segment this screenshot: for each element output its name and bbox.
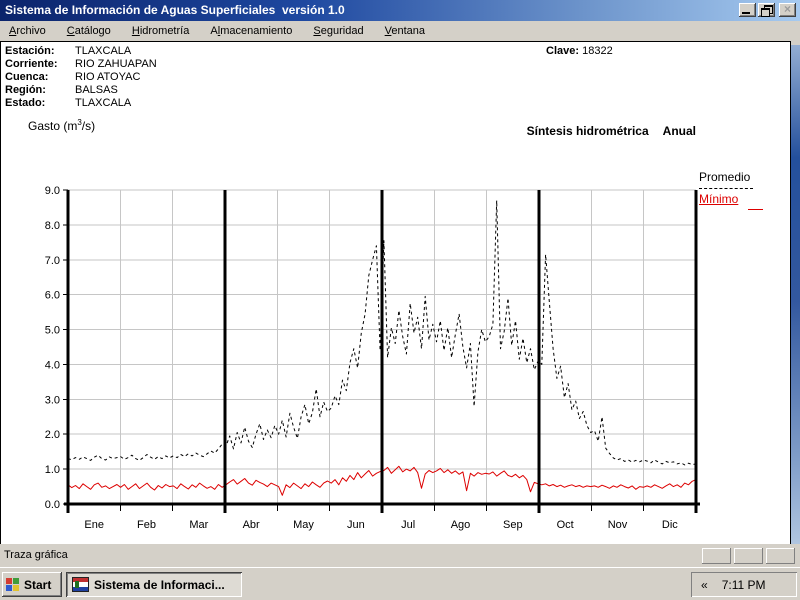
station-field: Región:BALSAS <box>5 84 118 96</box>
application-window: Sistema de Información de Aguas Superfic… <box>0 0 800 600</box>
window-title: Sistema de Información de Aguas Superfic… <box>5 3 345 17</box>
month-label: Mar <box>189 519 208 531</box>
station-field: Corriente:RIO ZAHUAPAN <box>5 58 157 70</box>
start-button[interactable]: Start <box>2 572 62 597</box>
month-label: Nov <box>608 519 628 531</box>
month-label: Sep <box>503 519 523 531</box>
y-axis-tick-label: 0.0 <box>45 499 60 511</box>
y-axis-tick-label: 1.0 <box>45 464 60 476</box>
y-axis-tick-label: 8.0 <box>45 220 60 232</box>
menu-item-catalogo[interactable]: Catálogo <box>58 21 120 41</box>
month-label: Oct <box>557 519 574 531</box>
status-bar: Traza gráfica <box>0 544 800 567</box>
station-value: BALSAS <box>75 84 118 96</box>
y-axis-tick-label: 7.0 <box>45 255 60 267</box>
taskbar-clock: 7:11 PM <box>722 578 766 592</box>
station-field: Estado:TLAXCALA <box>5 97 131 109</box>
window-edge-strip <box>791 45 800 558</box>
y-axis-tick-label: 4.0 <box>45 359 60 371</box>
month-label: May <box>293 519 314 531</box>
clave-value: 18322 <box>582 45 613 57</box>
status-panel <box>766 548 795 564</box>
month-label: Ene <box>84 519 104 531</box>
clave-field: Clave: 18322 <box>546 45 613 57</box>
menu-item-seguridad[interactable]: Seguridad <box>304 21 372 41</box>
minimize-icon <box>742 12 750 14</box>
station-value: RIO ATOYAC <box>75 71 140 83</box>
month-label: Ago <box>451 519 471 531</box>
app-icon <box>72 577 89 592</box>
station-value: RIO ZAHUAPAN <box>75 58 157 70</box>
menu-bar: Archivo Catálogo Hidrometría Almacenamie… <box>0 21 800 41</box>
menu-item-hidrometria[interactable]: Hidrometría <box>123 21 198 41</box>
hydrograph-chart: 9.0 8.0 7.0 6.0 5.0 4.0 3.0 2.0 1.0 0.0 Ene Feb Mar A… <box>1 116 790 536</box>
y-axis-tick-label: 5.0 <box>45 325 60 337</box>
menu-item-almacenamiento[interactable]: Almacenamiento <box>201 21 301 41</box>
menu-item-archivo[interactable]: Archivo <box>0 21 55 41</box>
y-axis-tick-label: 3.0 <box>45 394 60 406</box>
y-axis-tick-label: 9.0 <box>45 185 60 197</box>
tray-chevron-icon[interactable]: « <box>701 578 708 592</box>
station-field: Cuenca:RIO ATOYAC <box>5 71 140 83</box>
y-axis-tick-label: 6.0 <box>45 290 60 302</box>
document-area: Estación:TLAXCALA Corriente:RIO ZAHUAPAN… <box>0 41 791 545</box>
menu-item-ventana[interactable]: Ventana <box>376 21 434 41</box>
close-button[interactable]: × <box>779 3 796 17</box>
status-panel <box>734 548 763 564</box>
close-icon: × <box>779 2 796 17</box>
system-tray: « 7:11 PM <box>691 572 797 597</box>
windows-logo-icon <box>6 578 20 591</box>
title-bar: Sistema de Información de Aguas Superfic… <box>0 0 800 21</box>
status-text: Traza gráfica <box>4 549 68 561</box>
month-label: Feb <box>137 519 156 531</box>
station-field: Estación:TLAXCALA <box>5 45 131 57</box>
month-label: Jul <box>401 519 415 531</box>
minimize-button[interactable] <box>739 3 756 17</box>
month-label: Abr <box>243 519 260 531</box>
month-label: Jun <box>347 519 365 531</box>
y-axis-tick-label: 2.0 <box>45 429 60 441</box>
month-label: Dic <box>662 519 678 531</box>
station-value: TLAXCALA <box>75 97 131 109</box>
restore-button[interactable] <box>758 3 775 17</box>
taskbar-task-button[interactable]: Sistema de Informaci... <box>66 572 242 597</box>
station-value: TLAXCALA <box>75 45 131 57</box>
taskbar: Start Sistema de Informaci... « 7:11 PM <box>0 567 800 600</box>
status-panel <box>702 548 731 564</box>
